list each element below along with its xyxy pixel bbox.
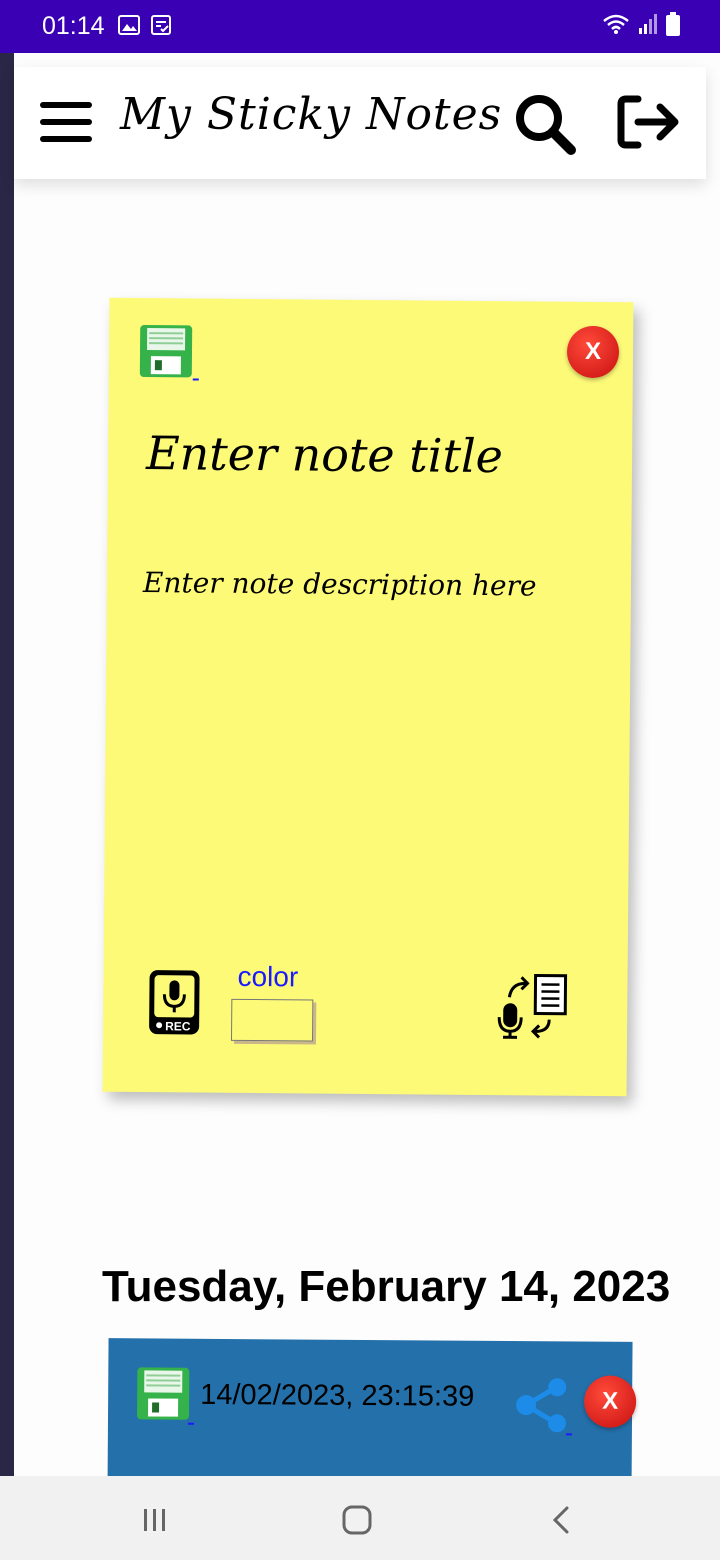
speech-to-text-icon[interactable] (495, 973, 572, 1040)
save-icon[interactable] (139, 324, 193, 378)
app-bar: My Sticky Notes (14, 67, 706, 179)
share-icon[interactable] (514, 1377, 570, 1433)
editor-note: X Enter note title Enter note descriptio… (102, 297, 634, 1097)
save-icon[interactable] (136, 1366, 190, 1420)
svg-text:REC: REC (165, 1019, 191, 1033)
close-icon[interactable]: X (583, 1375, 637, 1428)
note-description-input[interactable]: Enter note description here (143, 566, 537, 602)
record-icon[interactable]: REC (147, 968, 202, 1036)
clipboard-check-icon (151, 15, 171, 35)
signal-icon (639, 14, 657, 34)
save-link-underline (187, 1422, 194, 1425)
search-icon[interactable] (512, 91, 578, 157)
app-title: My Sticky Notes (120, 89, 503, 140)
date-heading: Tuesday, February 14, 2023 (102, 1262, 671, 1311)
home-icon[interactable] (332, 1498, 382, 1542)
recent-apps-icon[interactable] (130, 1498, 180, 1542)
close-icon[interactable]: X (566, 325, 620, 379)
back-icon[interactable] (536, 1498, 586, 1542)
image-icon (118, 15, 140, 35)
note-timestamp: 14/02/2023, 23:15:39 (200, 1378, 475, 1413)
logout-icon[interactable] (614, 91, 684, 153)
share-link-underline (565, 1433, 572, 1436)
save-link-underline (192, 378, 199, 381)
note-title-input[interactable]: Enter note title (146, 426, 503, 483)
battery-icon (666, 12, 680, 36)
color-picker[interactable] (230, 998, 314, 1042)
color-label: color (237, 960, 299, 993)
menu-icon[interactable] (38, 97, 94, 147)
system-nav-bar (0, 1476, 720, 1560)
wifi-icon (603, 14, 629, 34)
side-drawer-edge (0, 53, 14, 1476)
status-time: 01:14 (42, 12, 105, 40)
status-bar: 01:14 (0, 0, 720, 53)
